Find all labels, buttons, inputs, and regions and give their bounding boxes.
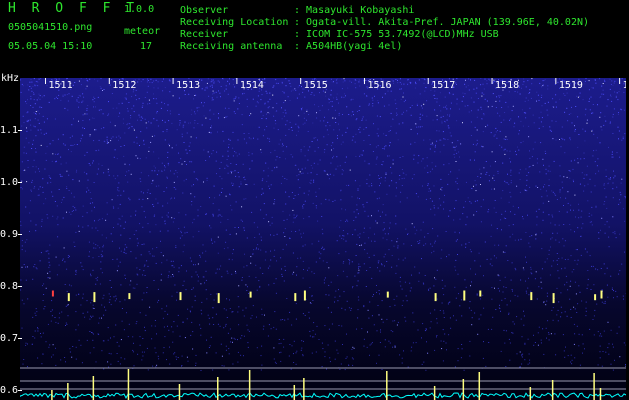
meteor-echo (67, 293, 70, 302)
meteor-echo (294, 293, 297, 302)
meteor-echo (479, 290, 482, 297)
x-tick-label: 1517 (431, 80, 455, 91)
x-tick-label: 1518 (495, 80, 519, 91)
location-value: : Ogata-vill. Akita-Pref. JAPAN (139.96E… (294, 17, 590, 28)
antenna-value: : A504HB(yagi 4el) (294, 41, 403, 52)
x-tick-label: 1516 (367, 80, 391, 91)
spectrogram-background (20, 78, 626, 400)
y-tick-label: 1.0 (0, 177, 19, 188)
hrofft-window: H R O F F T 1.0.0 0505041510.png meteor … (0, 0, 629, 400)
meteor-echo (463, 290, 466, 301)
y-tick-mark (18, 234, 22, 235)
y-axis-label: kHz (1, 73, 20, 84)
y-tick-mark (18, 182, 22, 183)
observer-value: : Masayuki Kobayashi (294, 5, 415, 16)
y-tick-mark (18, 130, 22, 131)
x-tick-label: 1515 (304, 80, 328, 91)
x-tick-label: 1511 (49, 80, 73, 91)
x-tick-label: 1513 (176, 80, 200, 91)
y-tick-mark (18, 286, 22, 287)
meteor-count: 17 (140, 41, 153, 52)
app-title: H R O F F T (8, 1, 139, 16)
observer-label: Observer (180, 5, 229, 16)
meteor-echo (594, 294, 597, 301)
antenna-label: Receiving antenna (180, 41, 283, 52)
meteor-echo (217, 293, 220, 304)
meteor-echo (93, 292, 96, 303)
meteor-label: meteor (124, 26, 161, 37)
meteor-echo (530, 292, 533, 301)
y-tick-mark (18, 390, 22, 391)
receiver-value: : ICOM IC-575 53.7492(@LCD)MHz USB (294, 29, 499, 40)
x-tick-label: 1519 (559, 80, 583, 91)
file-name: 0505041510.png (8, 22, 93, 33)
meteor-echo (434, 293, 437, 302)
meteor-echo (128, 293, 131, 300)
location-label: Receiving Location (180, 17, 289, 28)
y-tick-label: 0.9 (0, 229, 19, 240)
meteor-echo (249, 291, 252, 298)
y-tick-label: 0.8 (0, 281, 19, 292)
meteor-echo (179, 292, 182, 301)
meteor-echo (51, 290, 54, 297)
y-tick-label: 0.7 (0, 333, 19, 344)
spectrogram: 1511 1512 1513 1514 1515 1516 1517 1518 1519 1520 (20, 78, 626, 400)
x-tick-label: 1512 (112, 80, 136, 91)
y-tick-mark (18, 338, 22, 339)
meteor-echo (386, 291, 389, 298)
meteor-echo (552, 293, 555, 304)
y-tick-label: 1.1 (0, 125, 19, 136)
receiver-label: Receiver (180, 29, 229, 40)
x-tick-label: 1520 (623, 80, 626, 91)
meteor-echo (303, 290, 306, 301)
meteor-echo (600, 290, 603, 299)
x-tick-label: 1514 (240, 80, 264, 91)
date-time: 05.05.04 15:10 (8, 41, 93, 52)
app-version: 1.0.0 (124, 4, 155, 15)
y-tick-label: 0.6 (0, 385, 19, 396)
